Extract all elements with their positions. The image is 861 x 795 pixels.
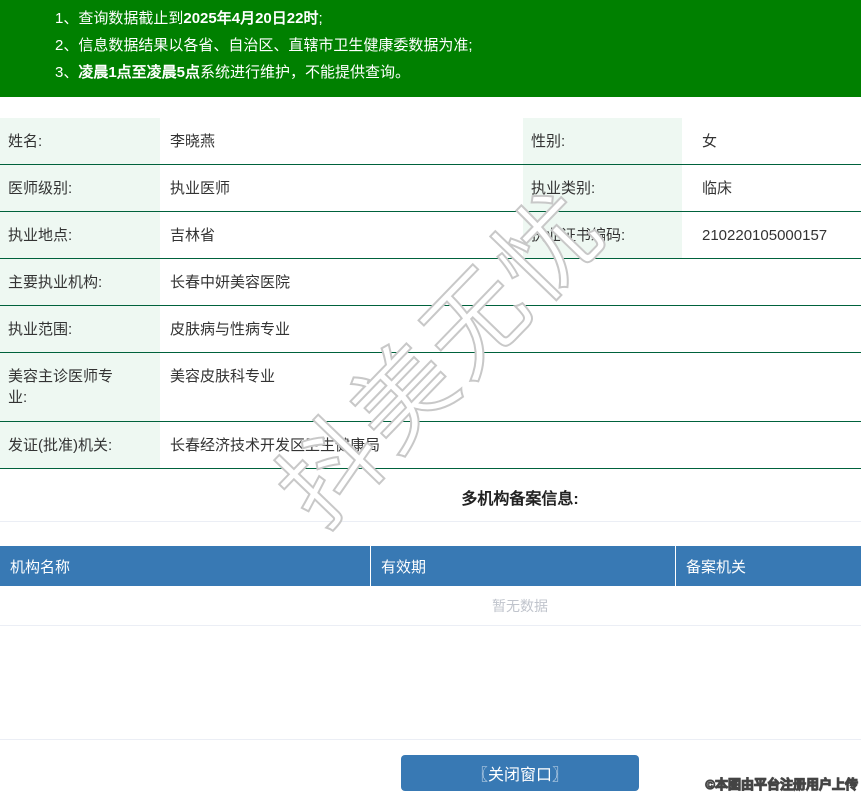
registry-table-empty-row: 暂无数据	[0, 586, 861, 626]
field-label-name: 姓名:	[0, 118, 160, 164]
field-value-main-institution: 长春中妍美容医院	[170, 274, 291, 291]
field-label-cosmetic-specialty: 美容主诊医师专业:	[0, 353, 160, 421]
column-header-institution-name: 机构名称	[0, 546, 371, 586]
field-label-certificate-number: 执业证书编码:	[523, 212, 682, 258]
close-window-button[interactable]: 〖关闭窗口〗	[401, 755, 639, 791]
column-header-record-authority: 备案机关	[686, 558, 747, 576]
empty-data-text: 暂无数据	[492, 597, 548, 614]
upload-caption: ©本图由平台注册用户上传	[705, 777, 859, 793]
doctor-info-table: 姓名: 李晓燕 性别: 女 医师级别: 执业医师 执业类别: 临床 执业地点: …	[0, 118, 861, 469]
table-row: 执业范围: 皮肤病与性病专业	[0, 306, 861, 353]
notice-banner: 1、查询数据截止到2025年4月20日22时; 2、信息数据结果以各省、自治区、…	[0, 0, 861, 97]
field-value-certificate-number: 210220105000157	[702, 227, 828, 244]
notice-text: 系统进行维护，不能提供查询。	[200, 64, 411, 81]
table-row: 医师级别: 执业医师 执业类别: 临床	[0, 165, 861, 212]
field-label-practice-scope: 执业范围:	[0, 306, 160, 352]
field-value-practice-place: 吉林省	[170, 227, 216, 244]
table-row: 发证(批准)机关: 长春经济技术开发区卫生健康局	[0, 422, 861, 469]
footer: 〖关闭窗口〗 ©本图由平台注册用户上传	[0, 740, 861, 795]
registry-table-header: 机构名称 有效期 备案机关	[0, 546, 861, 586]
notice-item: 1、查询数据截止到2025年4月20日22时;	[0, 5, 861, 32]
section-title: 多机构备案信息:	[461, 491, 579, 508]
spacer	[0, 626, 861, 740]
field-value-issuing-authority: 长春经济技术开发区卫生健康局	[170, 437, 381, 454]
field-label-gender: 性别:	[523, 118, 682, 164]
table-row: 姓名: 李晓燕 性别: 女	[0, 118, 861, 165]
field-value-practice-category: 临床	[702, 180, 733, 197]
table-row: 执业地点: 吉林省 执业证书编码: 210220105000157	[0, 212, 861, 259]
notice-text: ;	[318, 10, 323, 27]
notice-number: 1、	[55, 10, 79, 27]
field-label-doctor-level: 医师级别:	[0, 165, 160, 211]
field-value-doctor-level: 执业医师	[170, 180, 231, 197]
field-label-main-institution: 主要执业机构:	[0, 259, 160, 305]
notice-item: 3、凌晨1点至凌晨5点系统进行维护，不能提供查询。	[0, 59, 861, 86]
field-value-name: 李晓燕	[170, 133, 216, 150]
field-value-gender: 女	[702, 133, 718, 150]
notice-text-bold: 凌晨1点至凌晨5点	[78, 64, 201, 81]
field-label-practice-place: 执业地点:	[0, 212, 160, 258]
notice-text: 查询数据截止到	[78, 10, 184, 27]
field-value-practice-scope: 皮肤病与性病专业	[170, 321, 291, 338]
field-label-issuing-authority: 发证(批准)机关:	[0, 422, 160, 468]
field-label-practice-category: 执业类别:	[523, 165, 682, 211]
table-row: 美容主诊医师专业: 美容皮肤科专业	[0, 353, 861, 422]
field-value-cosmetic-specialty: 美容皮肤科专业	[170, 368, 276, 385]
notice-item: 2、信息数据结果以各省、自治区、直辖市卫生健康委数据为准;	[0, 32, 861, 59]
column-header-validity-period: 有效期	[371, 546, 676, 586]
notice-text-bold: 2025年4月20日22时	[183, 10, 319, 27]
notice-text: 信息数据结果以各省、自治区、直辖市卫生健康委数据为准;	[78, 37, 473, 54]
section-heading-multi-institution: 多机构备案信息:	[0, 469, 861, 522]
table-row: 主要执业机构: 长春中妍美容医院	[0, 259, 861, 306]
notice-number: 2、	[55, 37, 79, 54]
notice-number: 3、	[55, 64, 79, 81]
